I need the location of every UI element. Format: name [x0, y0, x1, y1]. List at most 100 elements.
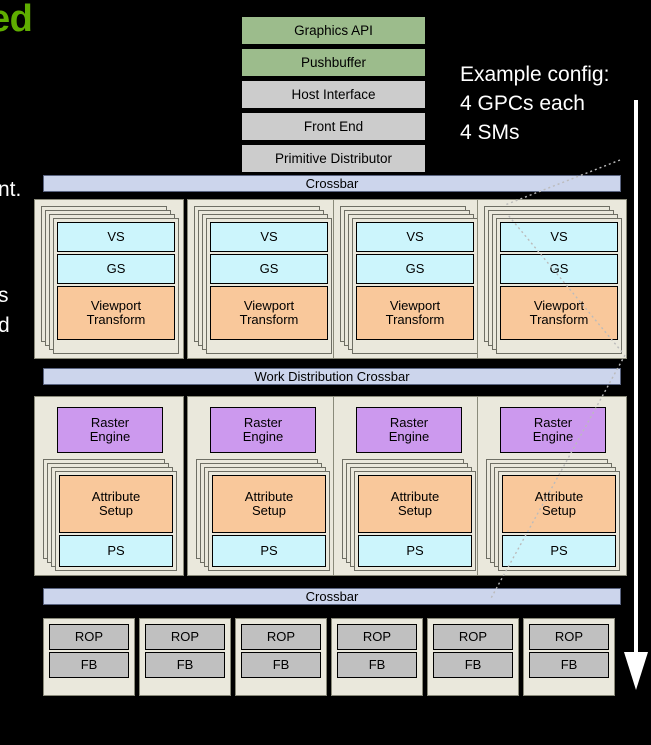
- ps-stack-4: Attribute Setup PS: [486, 459, 620, 571]
- example-config-line3: 4 SMs: [460, 121, 520, 144]
- unit-gs: GS: [356, 254, 474, 284]
- unit-fb: FB: [433, 652, 513, 678]
- gpc-raster-1: Raster Engine Attribute Setup PS: [34, 396, 184, 576]
- memory-partition-5: ROP FB: [427, 618, 519, 696]
- ps-stack-2: Attribute Setup PS: [196, 459, 330, 571]
- pipeline-flow-arrow: [624, 100, 648, 690]
- bullet-fragment-2: s: [0, 284, 9, 307]
- unit-vs: VS: [210, 222, 328, 252]
- slide-canvas: re based ipeline nt. s d Example config:…: [0, 0, 651, 745]
- gpc-raster-3: Raster Engine Attribute Setup PS: [333, 396, 483, 576]
- unit-raster-engine: Raster Engine: [210, 407, 316, 453]
- page-title-line1: re based: [0, 0, 33, 40]
- unit-viewport-transform-line2: Transform: [385, 312, 445, 327]
- bullet-fragment-3: d: [0, 314, 10, 337]
- unit-viewport-transform-line2: Transform: [529, 312, 589, 327]
- crossbar-top: Crossbar: [43, 175, 621, 192]
- unit-rop: ROP: [145, 624, 225, 650]
- stage-host-interface: Host Interface: [241, 80, 426, 109]
- unit-gs: GS: [57, 254, 175, 284]
- ps-card-front-3: Attribute Setup PS: [354, 471, 476, 571]
- unit-viewport-transform-line2: Transform: [239, 312, 299, 327]
- sm-stack-3: VS GS Viewport Transform: [340, 206, 478, 354]
- sm-stack-1: VS GS Viewport Transform: [41, 206, 179, 354]
- unit-attribute-setup: Attribute Setup: [502, 475, 616, 533]
- unit-raster-engine-line2: Engine: [89, 429, 131, 444]
- unit-rop: ROP: [337, 624, 417, 650]
- unit-ps: PS: [502, 535, 616, 567]
- unit-fb: FB: [337, 652, 417, 678]
- unit-raster-engine: Raster Engine: [356, 407, 462, 453]
- unit-ps: PS: [59, 535, 173, 567]
- gpc-geometry-4: VS GS Viewport Transform: [477, 199, 627, 359]
- example-config-note: Example config: 4 GPCs each 4 SMs: [460, 60, 609, 147]
- unit-vs: VS: [356, 222, 474, 252]
- crossbar-bottom: Crossbar: [43, 588, 621, 605]
- gpc-raster-2: Raster Engine Attribute Setup PS: [187, 396, 337, 576]
- unit-viewport-transform-line1: Viewport: [389, 298, 441, 313]
- unit-rop: ROP: [49, 624, 129, 650]
- unit-viewport-transform: Viewport Transform: [500, 286, 618, 340]
- unit-viewport-transform-line1: Viewport: [533, 298, 585, 313]
- sm-card-front-1: VS GS Viewport Transform: [53, 218, 179, 354]
- unit-viewport-transform-line1: Viewport: [90, 298, 142, 313]
- stage-front-end: Front End: [241, 112, 426, 141]
- sm-card-front-4: VS GS Viewport Transform: [496, 218, 622, 354]
- unit-attribute-setup: Attribute Setup: [358, 475, 472, 533]
- crossbar-work-distribution: Work Distribution Crossbar: [43, 368, 621, 385]
- sm-stack-4: VS GS Viewport Transform: [484, 206, 622, 354]
- ps-stack-1: Attribute Setup PS: [43, 459, 177, 571]
- gpc-geometry-2: VS GS Viewport Transform: [187, 199, 337, 359]
- unit-raster-engine-line1: Raster: [533, 415, 573, 430]
- stage-pushbuffer: Pushbuffer: [241, 48, 426, 77]
- unit-raster-engine-line1: Raster: [90, 415, 130, 430]
- unit-raster-engine-line1: Raster: [243, 415, 283, 430]
- example-config-line1: Example config:: [460, 63, 610, 86]
- gpc-geometry-1: VS GS Viewport Transform: [34, 199, 184, 359]
- sm-card-front-3: VS GS Viewport Transform: [352, 218, 478, 354]
- unit-raster-engine: Raster Engine: [500, 407, 606, 453]
- ps-card-front-2: Attribute Setup PS: [208, 471, 330, 571]
- unit-fb: FB: [529, 652, 609, 678]
- unit-rop: ROP: [433, 624, 513, 650]
- unit-attribute-setup-line2: Setup: [542, 503, 576, 518]
- unit-attribute-setup-line1: Attribute: [390, 489, 440, 504]
- unit-attribute-setup-line1: Attribute: [534, 489, 584, 504]
- unit-attribute-setup: Attribute Setup: [212, 475, 326, 533]
- stage-primitive-distributor: Primitive Distributor: [241, 144, 426, 173]
- unit-raster-engine-line1: Raster: [389, 415, 429, 430]
- ps-card-front-1: Attribute Setup PS: [55, 471, 177, 571]
- unit-fb: FB: [49, 652, 129, 678]
- unit-rop: ROP: [241, 624, 321, 650]
- unit-fb: FB: [241, 652, 321, 678]
- unit-raster-engine-line2: Engine: [388, 429, 430, 444]
- unit-ps: PS: [212, 535, 326, 567]
- memory-partition-2: ROP FB: [139, 618, 231, 696]
- sm-card-front-2: VS GS Viewport Transform: [206, 218, 332, 354]
- unit-raster-engine: Raster Engine: [57, 407, 163, 453]
- unit-attribute-setup-line2: Setup: [99, 503, 133, 518]
- memory-partition-4: ROP FB: [331, 618, 423, 696]
- ps-stack-3: Attribute Setup PS: [342, 459, 476, 571]
- unit-viewport-transform: Viewport Transform: [356, 286, 474, 340]
- memory-partition-1: ROP FB: [43, 618, 135, 696]
- unit-fb: FB: [145, 652, 225, 678]
- unit-viewport-transform: Viewport Transform: [210, 286, 328, 340]
- unit-attribute-setup-line1: Attribute: [91, 489, 141, 504]
- unit-attribute-setup-line1: Attribute: [244, 489, 294, 504]
- unit-gs: GS: [210, 254, 328, 284]
- unit-vs: VS: [500, 222, 618, 252]
- memory-partition-3: ROP FB: [235, 618, 327, 696]
- unit-vs: VS: [57, 222, 175, 252]
- gpc-raster-4: Raster Engine Attribute Setup PS: [477, 396, 627, 576]
- unit-viewport-transform: Viewport Transform: [57, 286, 175, 340]
- example-config-line2: 4 GPCs each: [460, 92, 585, 115]
- unit-rop: ROP: [529, 624, 609, 650]
- unit-viewport-transform-line2: Transform: [86, 312, 146, 327]
- stage-graphics-api: Graphics API: [241, 16, 426, 45]
- unit-attribute-setup: Attribute Setup: [59, 475, 173, 533]
- unit-attribute-setup-line2: Setup: [398, 503, 432, 518]
- unit-raster-engine-line2: Engine: [532, 429, 574, 444]
- unit-attribute-setup-line2: Setup: [252, 503, 286, 518]
- unit-raster-engine-line2: Engine: [242, 429, 284, 444]
